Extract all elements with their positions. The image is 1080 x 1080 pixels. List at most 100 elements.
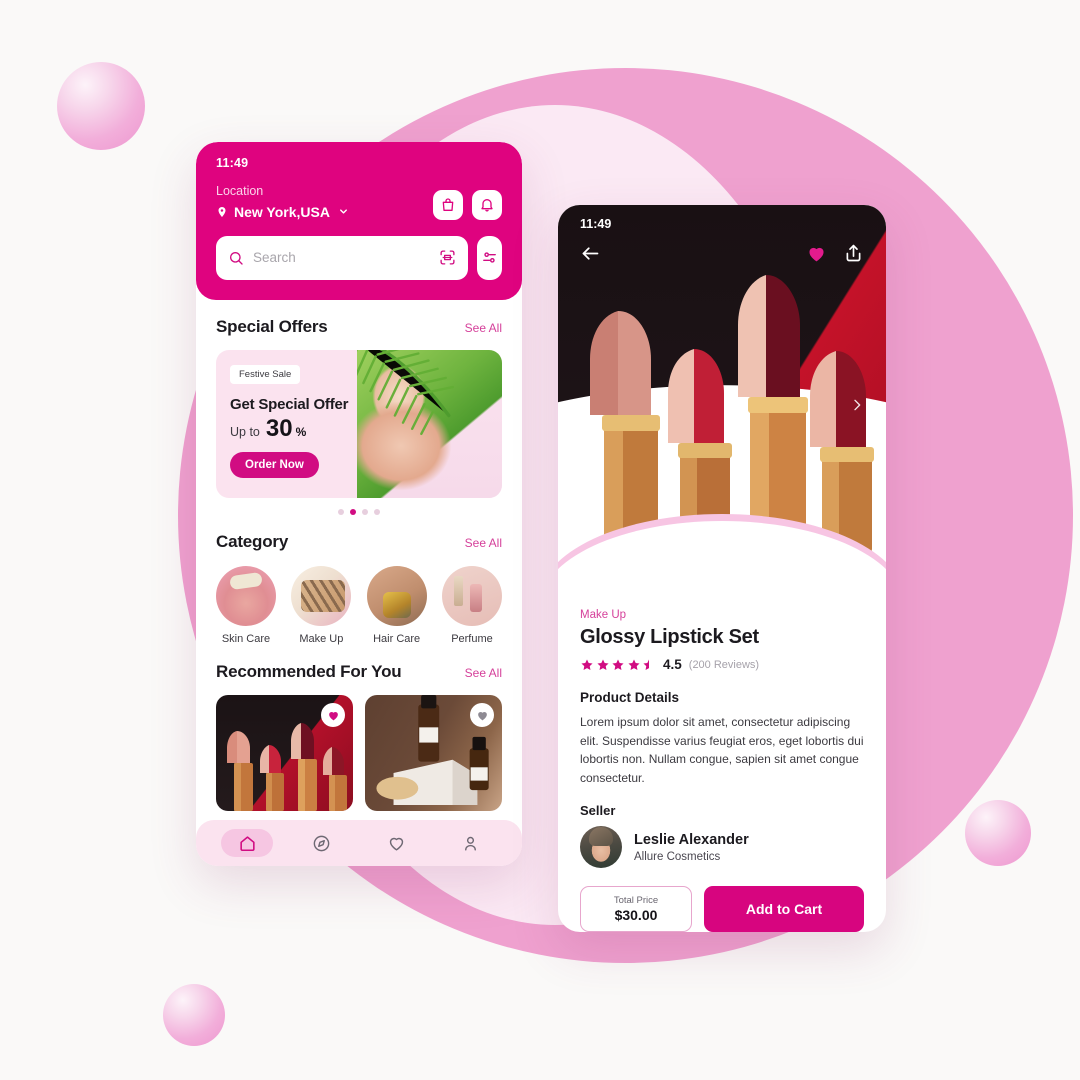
- poster-stage: 11:49 Location New York,USA Search Speci…: [0, 0, 1080, 1080]
- skin-care-thumbnail: [216, 566, 276, 626]
- carousel-dot-active[interactable]: [350, 509, 356, 515]
- compass-icon: [313, 835, 330, 851]
- home-icon: [240, 835, 255, 851]
- carousel-dot[interactable]: [362, 509, 368, 515]
- home-header: 11:49 Location New York,USA: [196, 142, 522, 300]
- total-price-value: $30.00: [614, 907, 658, 924]
- offer-text-block: Festive Sale Get Special Offer Up to 30 …: [216, 350, 401, 478]
- lipstick-set-hero-image: [590, 275, 874, 553]
- offer-carousel-dots: [216, 509, 502, 515]
- order-now-button[interactable]: Order Now: [230, 452, 319, 478]
- nav-item-explore[interactable]: [296, 829, 348, 857]
- lipstick-set-image: [227, 723, 347, 811]
- bottom-navigation: [196, 820, 522, 866]
- offer-amount: 30: [265, 415, 293, 442]
- category-label: Perfume: [451, 633, 493, 645]
- chevron-down-icon[interactable]: [338, 206, 349, 217]
- hero-actions: [806, 243, 864, 264]
- carousel-dot[interactable]: [338, 509, 344, 515]
- add-to-cart-button[interactable]: Add to Cart: [704, 886, 864, 932]
- review-count: (200 Reviews): [688, 658, 760, 671]
- seller-heading: Seller: [580, 803, 616, 819]
- heart-filled-icon: [477, 711, 487, 720]
- search-input[interactable]: [253, 250, 430, 266]
- seller-row[interactable]: Leslie Alexander Allure Cosmetics: [580, 826, 864, 869]
- seller-name: Leslie Alexander: [634, 831, 749, 848]
- offer-percent: %: [295, 425, 307, 439]
- favorite-button[interactable]: [321, 703, 345, 727]
- share-icon[interactable]: [843, 243, 864, 264]
- search-icon: [230, 251, 243, 265]
- category-label: Skin Care: [221, 633, 271, 645]
- total-price-label: Total Price: [613, 895, 659, 907]
- special-offer-card[interactable]: Festive Sale Get Special Offer Up to 30 …: [216, 350, 502, 498]
- decorative-sphere-right: [965, 800, 1031, 866]
- seller-avatar: [580, 826, 622, 869]
- home-body: Special Offers See All Festive Sale Get …: [196, 317, 522, 811]
- special-offers-see-all[interactable]: See All: [465, 321, 502, 335]
- scan-icon[interactable]: [439, 249, 456, 266]
- category-item-skin-care[interactable]: Skin Care: [216, 566, 276, 645]
- location-text: New York,USA: [234, 203, 330, 220]
- category-label: Make Up: [299, 633, 344, 645]
- make-up-thumbnail: [291, 566, 352, 626]
- location-block[interactable]: Location New York,USA: [216, 183, 349, 220]
- decorative-sphere-top-left: [57, 62, 145, 150]
- total-price-box: Total Price $30.00: [580, 886, 692, 932]
- special-offers-title: Special Offers: [216, 317, 328, 336]
- filter-sliders-icon: [483, 252, 496, 264]
- status-bar-time: 11:49: [216, 156, 249, 170]
- nav-item-favorites[interactable]: [370, 829, 422, 857]
- nav-item-home[interactable]: [221, 829, 274, 857]
- category-item-perfume[interactable]: Perfume: [441, 566, 502, 645]
- category-item-make-up[interactable]: Make Up: [291, 566, 352, 645]
- product-title: Glossy Lipstick Set: [580, 626, 759, 648]
- seller-info: Leslie Alexander Allure Cosmetics: [634, 832, 749, 863]
- category-item-hair-care[interactable]: Hair Care: [366, 566, 427, 645]
- favorite-button[interactable]: [470, 703, 494, 727]
- home-screen-phone: 11:49 Location New York,USA Search Speci…: [196, 142, 522, 866]
- notification-button[interactable]: [472, 189, 502, 220]
- heart-icon: [389, 837, 403, 851]
- category-header: Category See All: [216, 532, 502, 552]
- heart-filled-icon[interactable]: [806, 243, 827, 264]
- filter-button[interactable]: [477, 235, 502, 280]
- rating-value: 4.5: [663, 657, 682, 672]
- category-row: Skin Care Make Up Hair Care Perfume: [216, 566, 502, 645]
- star-filled-icon: [596, 658, 609, 670]
- recommended-header: Recommended For You See All: [216, 662, 502, 682]
- recommended-card-serum[interactable]: [365, 695, 502, 811]
- star-filled-icon: [581, 658, 593, 670]
- decorative-sphere-bottom-left: [163, 984, 225, 1046]
- category-see-all[interactable]: See All: [465, 536, 502, 550]
- star-filled-icon: [612, 658, 624, 670]
- location-label: Location: [216, 184, 264, 198]
- festive-sale-badge: Festive Sale: [230, 365, 301, 384]
- carousel-dot[interactable]: [374, 509, 380, 515]
- offer-discount: Up to 30 %: [230, 415, 401, 443]
- product-detail-body: Make Up Glossy Lipstick Set 4.5 (200 Rev…: [558, 595, 886, 932]
- star-half-icon: [643, 658, 649, 670]
- carousel-next-button[interactable]: [849, 397, 865, 418]
- header-actions: [433, 189, 502, 220]
- offer-title: Get Special Offer: [230, 396, 349, 413]
- location-row: Location New York,USA: [216, 183, 502, 220]
- nav-item-profile[interactable]: [445, 829, 497, 857]
- carousel-prev-button[interactable]: [579, 397, 595, 418]
- detail-status-time: 11:49: [580, 217, 612, 231]
- heart-filled-icon: [328, 711, 338, 720]
- recommended-see-all[interactable]: See All: [465, 666, 502, 680]
- back-arrow-icon[interactable]: [580, 243, 601, 264]
- offer-upto-label: Up to: [230, 425, 260, 439]
- shopping-bag-button[interactable]: [433, 189, 463, 220]
- perfume-thumbnail: [441, 566, 502, 626]
- recommended-card-lipstick[interactable]: [216, 695, 353, 811]
- chevron-left-icon: [583, 399, 590, 411]
- recommended-title: Recommended For You: [216, 662, 402, 681]
- person-icon: [465, 836, 477, 851]
- shopping-bag-icon: [442, 198, 454, 211]
- location-value-row[interactable]: New York,USA: [216, 204, 349, 220]
- product-category-label[interactable]: Make Up: [580, 609, 864, 621]
- hero-toolbar: [558, 205, 886, 264]
- search-box[interactable]: [216, 235, 468, 280]
